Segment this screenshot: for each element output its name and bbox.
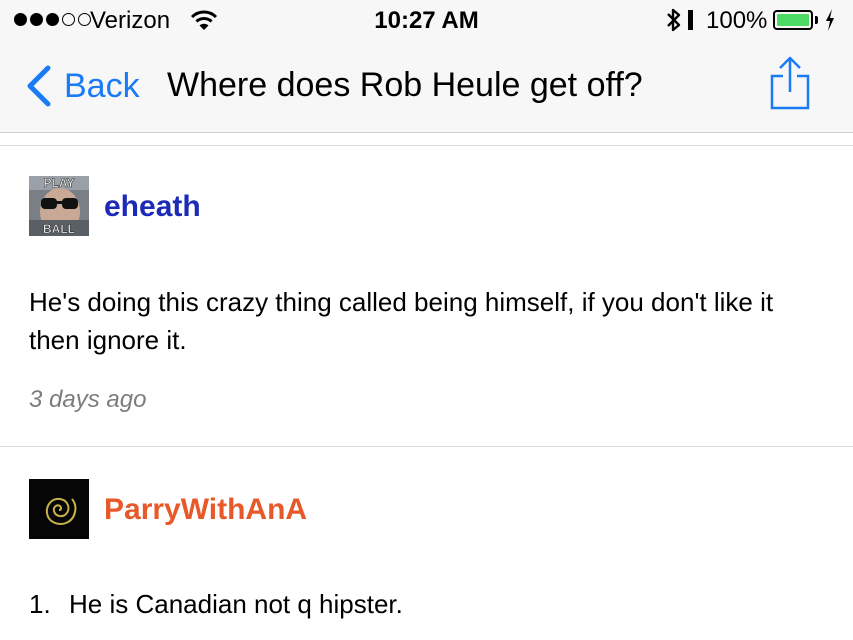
navigation-bar: Back Where does Rob Heule get off? (0, 40, 853, 133)
comment-body: He's doing this crazy thing called being… (29, 287, 774, 355)
list-item-number: 1. (29, 589, 51, 619)
list-item: 1. He is Canadian not q hipster. (29, 589, 403, 620)
share-icon[interactable] (768, 56, 812, 110)
top-divider (0, 145, 853, 146)
back-label: Back (64, 66, 140, 105)
comment-username[interactable]: ParryWithAnA (104, 493, 307, 527)
page-title: Where does Rob Heule get off? (167, 66, 643, 104)
battery-icon (773, 10, 813, 30)
status-bar: Verizon 10:27 AM 100% (0, 0, 853, 40)
battery-tip (815, 16, 818, 24)
comment-timestamp: 3 days ago (29, 386, 147, 413)
back-button[interactable]: Back (24, 64, 140, 108)
chevron-left-icon (27, 65, 51, 107)
avatar-bottom-text: BALL (43, 222, 75, 236)
avatar-top-text: PLAY (44, 176, 75, 190)
battery-percent: 100% (706, 7, 768, 34)
avatar[interactable]: PLAY BALL (29, 176, 89, 236)
comment-divider (0, 446, 853, 447)
bluetooth-icon (667, 8, 681, 32)
list-item-text: He is Canadian not q hipster. (69, 589, 403, 619)
avatar[interactable] (29, 479, 89, 539)
comment-username[interactable]: eheath (104, 190, 201, 224)
orientation-lock-icon (688, 10, 693, 30)
charging-bolt-icon (826, 9, 834, 31)
